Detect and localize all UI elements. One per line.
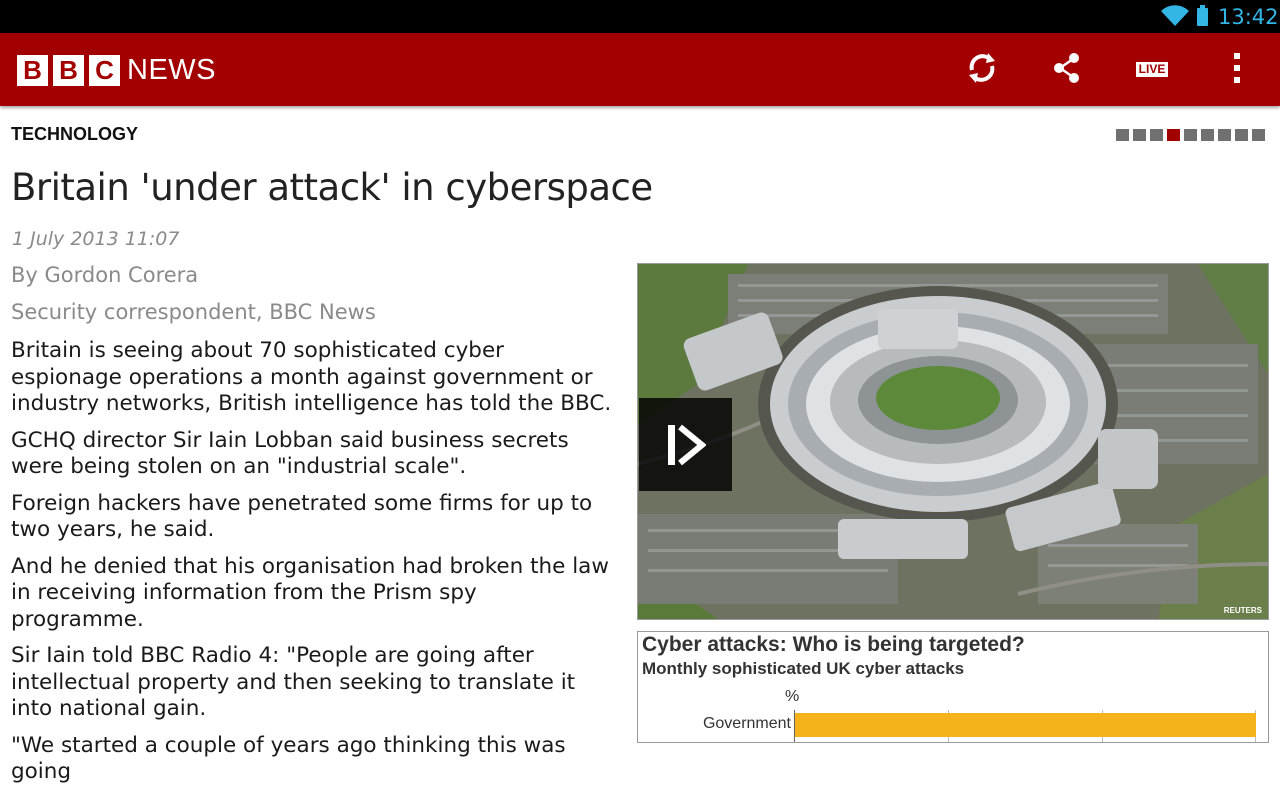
status-bar: 13:42: [0, 0, 1280, 33]
article-title: Britain 'under attack' in cyberspace: [11, 166, 653, 209]
status-clock: 13:42: [1218, 5, 1279, 29]
article-date: 1 July 2013 11:07: [12, 228, 180, 250]
section-label: TECHNOLOGY: [11, 124, 139, 144]
article-paragraph: Sir Iain told BBC Radio 4: "People are g…: [11, 643, 576, 721]
app-bar: B B C NEWS LIVE: [0, 33, 1280, 106]
logo-letter: C: [89, 54, 120, 86]
page-dot[interactable]: [1252, 129, 1265, 141]
bbc-news-logo[interactable]: B B C NEWS: [17, 53, 216, 87]
play-video-icon: [666, 421, 706, 469]
logo-letter: B: [17, 54, 48, 86]
share-button[interactable]: [1040, 33, 1094, 106]
page-dot[interactable]: [1150, 129, 1163, 141]
chart-bar: [795, 713, 1256, 737]
article-paragraph: And he denied that his organisation had …: [11, 553, 609, 632]
chart-unit-label: %: [785, 688, 800, 705]
chart-category-label: Government: [702, 715, 791, 732]
live-button[interactable]: LIVE: [1124, 33, 1180, 106]
page-dot[interactable]: [1218, 129, 1231, 141]
battery-icon: [1197, 5, 1208, 26]
overflow-menu-button[interactable]: [1212, 33, 1262, 106]
logo-word: NEWS: [127, 53, 216, 86]
overflow-menu-icon: [1232, 52, 1242, 88]
author-role: Security correspondent, BBC News: [11, 300, 376, 324]
logo-letter: B: [53, 54, 84, 86]
chart-title: Cyber attacks: Who is being targeted?: [642, 633, 1025, 656]
photo-credit: REUTERS: [1223, 606, 1262, 615]
page-dot[interactable]: [1184, 129, 1197, 141]
page-indicator: [1116, 129, 1269, 141]
article-paragraph: Britain is seeing about 70 sophisticated…: [11, 338, 612, 416]
live-icon: LIVE: [1135, 62, 1169, 77]
cyber-attacks-chart[interactable]: Cyber attacks: Who is being targeted? Mo…: [637, 631, 1269, 743]
share-icon: [1051, 52, 1083, 88]
refresh-icon: [964, 50, 1000, 90]
refresh-button[interactable]: [955, 33, 1009, 106]
page-dot[interactable]: [1133, 129, 1146, 141]
article-body: Britain is seeing about 70 sophisticated…: [11, 338, 616, 796]
page-dot[interactable]: [1235, 129, 1248, 141]
play-video-button[interactable]: [639, 398, 732, 491]
article-paragraph: "We started a couple of years ago thinki…: [11, 732, 566, 785]
article-paragraph: GCHQ director Sir Iain Lobban said busin…: [11, 427, 569, 480]
article-paragraph: Foreign hackers have penetrated some fir…: [11, 490, 593, 543]
wifi-icon: [1160, 5, 1190, 31]
article-byline: By Gordon Corera: [11, 263, 199, 287]
article-video-thumbnail[interactable]: REUTERS: [637, 263, 1269, 620]
page-dot[interactable]: [1201, 129, 1214, 141]
page-dot-active[interactable]: [1167, 129, 1180, 141]
chart-subtitle: Monthly sophisticated UK cyber attacks: [642, 659, 965, 678]
page-dot[interactable]: [1116, 129, 1129, 141]
gchq-aerial-photo: [638, 264, 1268, 619]
